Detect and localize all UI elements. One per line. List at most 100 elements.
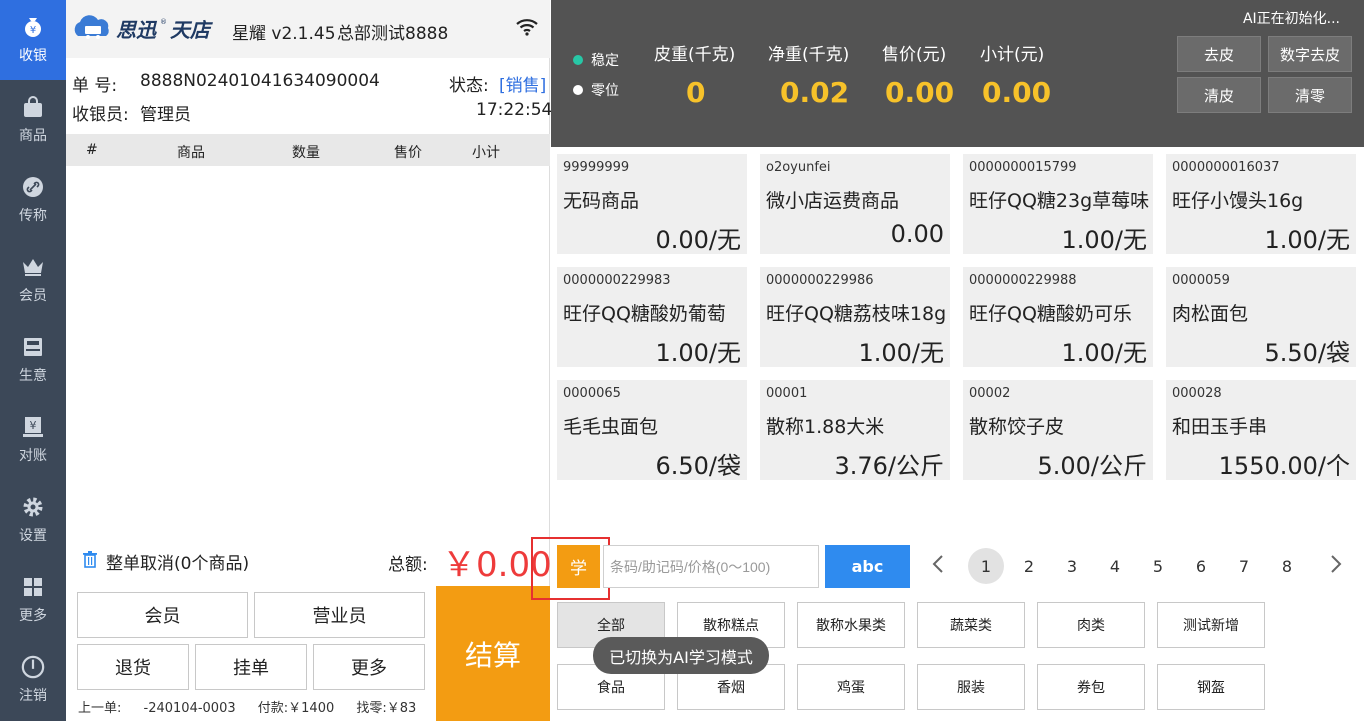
staff-button[interactable]: 营业员 (254, 592, 425, 638)
product-price: 5.00/公斤 (1037, 452, 1147, 480)
product-card[interactable]: o2oyunfei 微小店运费商品 0.00 (760, 154, 950, 254)
checkout-button[interactable]: 结算 (436, 586, 550, 721)
total-amount: ￥0.00 (442, 545, 552, 585)
last-order-info: 上一单: -240104-0003 付款:￥1400 找零:￥83 (78, 697, 434, 716)
nav-label: 对账 (19, 448, 47, 464)
page-button-5[interactable]: 5 (1140, 548, 1176, 584)
stable-indicator: 稳定 (573, 50, 619, 70)
nav-item-business[interactable]: 生意 (0, 320, 66, 400)
prev-page-button[interactable] (926, 553, 950, 579)
ai-status: AI正在初始化... (1242, 11, 1340, 27)
product-name: 肉松面包 (1172, 303, 1249, 325)
nav-item-transfer[interactable]: 传称 (0, 160, 66, 240)
order-table-header: # 商品 数量 售价 小计 (66, 134, 550, 166)
nav-item-more[interactable]: 更多 (0, 560, 66, 640)
page-button-8[interactable]: 8 (1269, 548, 1305, 584)
zero-button[interactable]: 清零 (1268, 77, 1352, 113)
column-header: 商品 (177, 145, 205, 161)
product-card[interactable]: 0000059 肉松面包 5.50/袋 (1166, 267, 1356, 367)
nav-item-settings[interactable]: 设置 (0, 480, 66, 560)
search-input[interactable] (603, 545, 819, 588)
nav-label: 更多 (19, 608, 47, 624)
tare-button[interactable]: 去皮 (1177, 36, 1261, 72)
product-code: 000028 (1172, 386, 1222, 401)
refund-button[interactable]: 退货 (77, 644, 189, 690)
product-card[interactable]: 0000000229983 旺仔QQ糖酸奶葡萄 1.00/无 (557, 267, 747, 367)
nav-item-reconcile[interactable]: ¥ 对账 (0, 400, 66, 480)
svg-text:¥: ¥ (30, 419, 37, 432)
last-order-prefix: 上一单: (78, 701, 122, 716)
page-button-3[interactable]: 3 (1054, 548, 1090, 584)
clear-tare-button[interactable]: 清皮 (1177, 77, 1261, 113)
page-button-6[interactable]: 6 (1183, 548, 1219, 584)
store-name: 总部测试8888 (337, 24, 449, 44)
product-price: 1.00/无 (655, 339, 741, 367)
product-card[interactable]: 0000000015799 旺仔QQ糖23g草莓味 1.00/无 (963, 154, 1153, 254)
pos-app: ¥ 收银 商品 传称 会员 生意 ¥ 对账 设置 更多 注销 思迅 ® 天店 星… (0, 0, 1364, 721)
page-button-1[interactable]: 1 (968, 548, 1004, 584)
product-price: 1.00/无 (1264, 226, 1350, 254)
scale-panel: AI正在初始化... 稳定 零位 皮重(千克) 0 净重(千克) 0.02 售价… (551, 0, 1364, 147)
product-name: 和田玉手串 (1172, 416, 1268, 438)
order-panel: 思迅 ® 天店 星耀 v2.1.45 总部测试8888 单 号: 8888N02… (66, 0, 552, 721)
sidebar-nav: ¥ 收银 商品 传称 会员 生意 ¥ 对账 设置 更多 注销 (0, 0, 66, 721)
keyboard-toggle-button[interactable]: abc (825, 545, 910, 588)
hold-order-button[interactable]: 挂单 (195, 644, 307, 690)
order-number: 8888N02401041634090004 (140, 71, 380, 91)
ai-learn-button[interactable]: 学 (557, 545, 600, 588)
nav-item-logout[interactable]: 注销 (0, 640, 66, 720)
product-name: 旺仔QQ糖23g草莓味 (969, 190, 1150, 212)
net-weight-label: 净重(千克) (768, 45, 850, 65)
product-card[interactable]: 000028 和田玉手串 1550.00/个 (1166, 380, 1356, 480)
category-item[interactable]: 钢盔 (1157, 664, 1265, 710)
page-button-4[interactable]: 4 (1097, 548, 1133, 584)
product-card[interactable]: 00002 散称饺子皮 5.00/公斤 (963, 380, 1153, 480)
product-price: 1550.00/个 (1218, 452, 1350, 480)
product-name: 散称饺子皮 (969, 416, 1065, 438)
product-card[interactable]: 00001 散称1.88大米 3.76/公斤 (760, 380, 950, 480)
nav-label: 生意 (19, 368, 47, 384)
category-item[interactable]: 服装 (917, 664, 1025, 710)
nav-item-members[interactable]: 会员 (0, 240, 66, 320)
cashier-label: 收银员: (72, 105, 129, 125)
product-card[interactable]: 0000000229988 旺仔QQ糖酸奶可乐 1.00/无 (963, 267, 1153, 367)
category-item[interactable]: 鸡蛋 (797, 664, 905, 710)
order-status: [销售] (499, 76, 547, 96)
category-item[interactable]: 肉类 (1037, 602, 1145, 648)
last-order-change: 找零:￥83 (356, 701, 417, 716)
stable-label: 稳定 (591, 53, 619, 69)
product-code: 99999999 (563, 160, 630, 175)
cancel-order-button[interactable]: 整单取消(0个商品) (82, 549, 249, 574)
page-button-2[interactable]: 2 (1011, 548, 1047, 584)
digital-tare-button[interactable]: 数字去皮 (1268, 36, 1352, 72)
page-button-7[interactable]: 7 (1226, 548, 1262, 584)
product-price: 1.00/无 (858, 339, 944, 367)
column-header: 售价 (394, 145, 422, 161)
category-item[interactable]: 券包 (1037, 664, 1145, 710)
product-name: 旺仔QQ糖荔枝味18g (766, 303, 947, 325)
nav-item-products[interactable]: 商品 (0, 80, 66, 160)
subtotal-label: 小计(元) (980, 45, 1045, 65)
column-header: 小计 (472, 145, 500, 161)
nav-item-cashier[interactable]: ¥ 收银 (0, 0, 66, 80)
product-code: 0000000229983 (563, 273, 671, 288)
svg-text:®: ® (160, 18, 167, 26)
member-button[interactable]: 会员 (77, 592, 248, 638)
product-card[interactable]: 99999999 无码商品 0.00/无 (557, 154, 747, 254)
more-button[interactable]: 更多 (313, 644, 425, 690)
category-item[interactable]: 散称水果类 (797, 602, 905, 648)
product-code: 0000000016037 (1172, 160, 1280, 175)
cashier-icon: ¥ (21, 15, 45, 39)
product-name: 旺仔QQ糖酸奶可乐 (969, 303, 1132, 325)
product-card[interactable]: 0000000016037 旺仔小馒头16g 1.00/无 (1166, 154, 1356, 254)
unit-price-label: 售价(元) (882, 45, 947, 65)
product-code: o2oyunfei (766, 160, 831, 175)
product-price: 0.00/无 (655, 226, 741, 254)
category-item[interactable]: 蔬菜类 (917, 602, 1025, 648)
category-item[interactable]: 测试新增 (1157, 602, 1265, 648)
product-card[interactable]: 0000000229986 旺仔QQ糖荔枝味18g 1.00/无 (760, 267, 950, 367)
gear-icon (21, 495, 45, 519)
product-card[interactable]: 0000065 毛毛虫面包 6.50/袋 (557, 380, 747, 480)
chevron-left-icon (932, 555, 944, 577)
next-page-button[interactable] (1324, 553, 1348, 579)
